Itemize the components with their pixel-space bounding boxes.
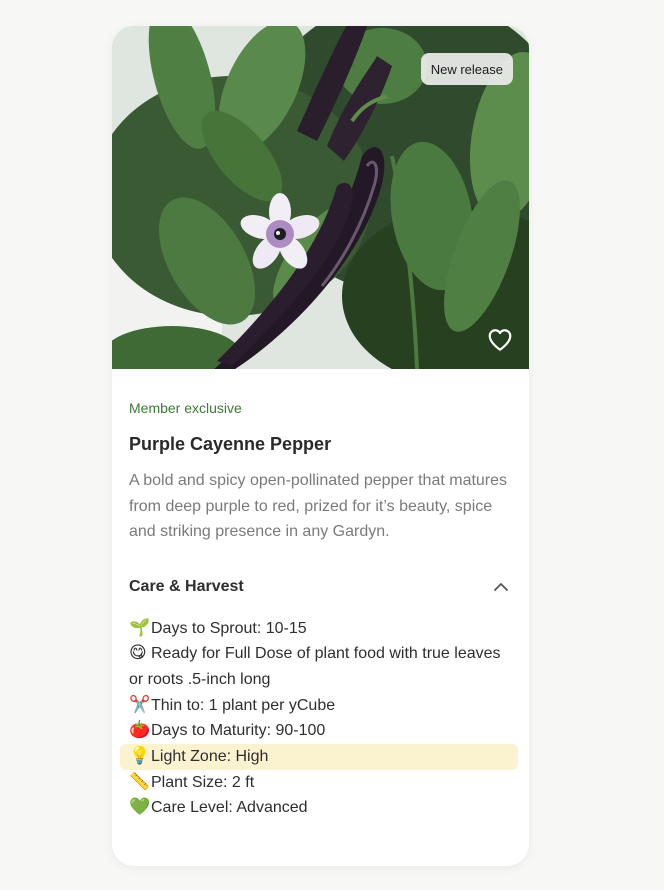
product-card: New release Member exclusive Purple Caye… <box>112 26 529 866</box>
care-item-thin: ✂️Thin to: 1 plant per yCube <box>129 693 512 719</box>
care-list: 🌱Days to Sprout: 10-15 😋 Ready for Full D… <box>120 616 518 822</box>
product-description: A bold and spicy open-pollinated pepper … <box>129 472 508 540</box>
care-item-text: Plant Size: 2 ft <box>151 773 255 791</box>
member-exclusive-label: Member exclusive <box>129 400 242 416</box>
care-item-plant-size: 📏Plant Size: 2 ft <box>129 770 512 796</box>
care-item-text: Light Zone: High <box>151 748 269 766</box>
yum-face-icon: 😋 <box>129 643 147 664</box>
green-heart-icon: 💚 <box>129 797 151 818</box>
seedling-icon: 🌱 <box>129 617 151 638</box>
care-item-text: Days to Sprout: 10-15 <box>151 619 307 637</box>
favorite-heart-icon[interactable] <box>487 327 513 353</box>
ruler-icon: 📏 <box>129 771 151 792</box>
product-details: Member exclusive Purple Cayenne Pepper A… <box>112 369 529 821</box>
care-item-light-zone: 💡Light Zone: High <box>120 744 518 770</box>
new-release-badge: New release <box>420 53 513 85</box>
product-image: New release <box>112 26 529 369</box>
chevron-up-icon[interactable] <box>492 578 510 596</box>
care-item-text: Thin to: 1 plant per yCube <box>151 696 336 714</box>
care-item-sprout: 🌱Days to Sprout: 10-15 <box>129 616 512 642</box>
product-title: Purple Cayenne Pepper <box>129 434 332 454</box>
light-bulb-icon: 💡 <box>129 746 151 767</box>
care-harvest-toggle[interactable]: Care & Harvest <box>129 575 512 599</box>
care-item-text: Care Level: Advanced <box>151 799 308 817</box>
care-item-maturity: 🍅Days to Maturity: 90-100 <box>129 718 512 744</box>
scissors-icon: ✂️ <box>129 694 151 715</box>
care-harvest-heading: Care & Harvest <box>129 577 244 595</box>
care-item-text: Days to Maturity: 90-100 <box>151 722 326 740</box>
care-item-text: Ready for Full Dose of plant food with t… <box>129 645 501 688</box>
care-item-care-level: 💚Care Level: Advanced <box>129 795 512 821</box>
care-item-plant-food: 😋 Ready for Full Dose of plant food with … <box>129 641 512 692</box>
tomato-icon: 🍅 <box>129 720 151 741</box>
